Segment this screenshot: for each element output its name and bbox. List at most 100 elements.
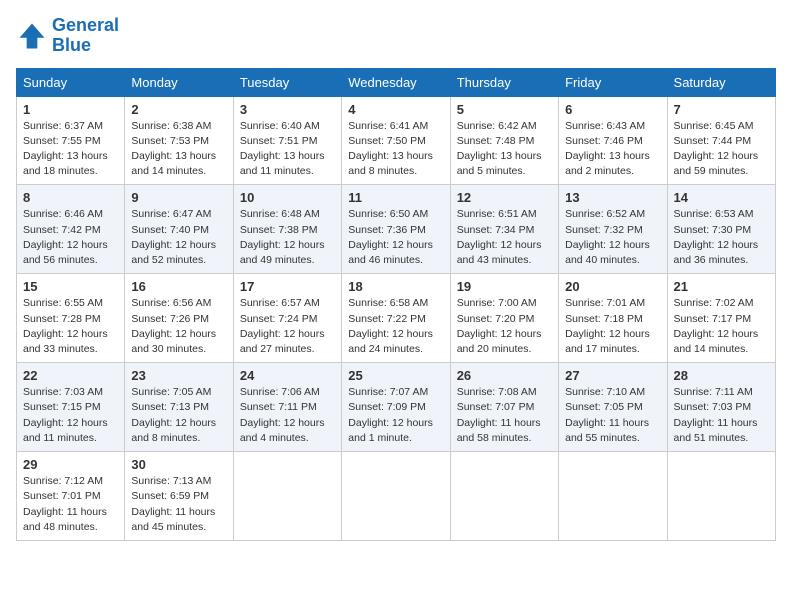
day-info: Sunrise: 6:45 AM Sunset: 7:44 PM Dayligh… xyxy=(674,119,769,180)
day-number: 14 xyxy=(674,190,769,205)
day-info: Sunrise: 6:52 AM Sunset: 7:32 PM Dayligh… xyxy=(565,207,660,268)
day-number: 18 xyxy=(348,279,443,294)
calendar-cell: 21 Sunrise: 7:02 AM Sunset: 7:17 PM Dayli… xyxy=(667,274,775,363)
day-info: Sunrise: 7:10 AM Sunset: 7:05 PM Dayligh… xyxy=(565,385,660,446)
day-info: Sunrise: 6:53 AM Sunset: 7:30 PM Dayligh… xyxy=(674,207,769,268)
day-number: 26 xyxy=(457,368,552,383)
day-info: Sunrise: 6:41 AM Sunset: 7:50 PM Dayligh… xyxy=(348,119,443,180)
calendar-cell: 16 Sunrise: 6:56 AM Sunset: 7:26 PM Dayli… xyxy=(125,274,233,363)
calendar-cell: 6 Sunrise: 6:43 AM Sunset: 7:46 PM Daylig… xyxy=(559,96,667,185)
day-info: Sunrise: 7:12 AM Sunset: 7:01 PM Dayligh… xyxy=(23,474,118,535)
day-number: 1 xyxy=(23,102,118,117)
logo-icon xyxy=(16,20,48,52)
day-number: 21 xyxy=(674,279,769,294)
day-info: Sunrise: 6:55 AM Sunset: 7:28 PM Dayligh… xyxy=(23,296,118,357)
calendar-cell: 28 Sunrise: 7:11 AM Sunset: 7:03 PM Dayli… xyxy=(667,363,775,452)
calendar-cell: 8Sunrise: 6:46 AM Sunset: 7:42 PM Daylig… xyxy=(17,185,125,274)
calendar-cell: 12 Sunrise: 6:51 AM Sunset: 7:34 PM Dayli… xyxy=(450,185,558,274)
day-info: Sunrise: 7:07 AM Sunset: 7:09 PM Dayligh… xyxy=(348,385,443,446)
calendar-cell: 2 Sunrise: 6:38 AM Sunset: 7:53 PM Daylig… xyxy=(125,96,233,185)
calendar-cell xyxy=(342,452,450,541)
day-number: 16 xyxy=(131,279,226,294)
day-number: 20 xyxy=(565,279,660,294)
calendar-cell: 29 Sunrise: 7:12 AM Sunset: 7:01 PM Dayli… xyxy=(17,452,125,541)
calendar-cell: 11 Sunrise: 6:50 AM Sunset: 7:36 PM Dayli… xyxy=(342,185,450,274)
day-info: Sunrise: 7:02 AM Sunset: 7:17 PM Dayligh… xyxy=(674,296,769,357)
logo: General Blue xyxy=(16,16,119,56)
calendar-cell: 27 Sunrise: 7:10 AM Sunset: 7:05 PM Dayli… xyxy=(559,363,667,452)
day-info: Sunrise: 6:51 AM Sunset: 7:34 PM Dayligh… xyxy=(457,207,552,268)
day-number: 28 xyxy=(674,368,769,383)
day-number: 3 xyxy=(240,102,335,117)
header-saturday: Saturday xyxy=(667,68,775,96)
calendar-cell: 30 Sunrise: 7:13 AM Sunset: 6:59 PM Dayli… xyxy=(125,452,233,541)
logo-text: General Blue xyxy=(52,16,119,56)
calendar-cell xyxy=(233,452,341,541)
calendar-week-row: 8Sunrise: 6:46 AM Sunset: 7:42 PM Daylig… xyxy=(17,185,776,274)
day-number: 6 xyxy=(565,102,660,117)
day-number: 10 xyxy=(240,190,335,205)
day-info: Sunrise: 6:43 AM Sunset: 7:46 PM Dayligh… xyxy=(565,119,660,180)
day-number: 27 xyxy=(565,368,660,383)
header-tuesday: Tuesday xyxy=(233,68,341,96)
day-number: 5 xyxy=(457,102,552,117)
calendar-table: SundayMondayTuesdayWednesdayThursdayFrid… xyxy=(16,68,776,541)
calendar-cell xyxy=(559,452,667,541)
day-info: Sunrise: 6:57 AM Sunset: 7:24 PM Dayligh… xyxy=(240,296,335,357)
calendar-cell xyxy=(450,452,558,541)
day-info: Sunrise: 7:11 AM Sunset: 7:03 PM Dayligh… xyxy=(674,385,769,446)
calendar-cell: 7Sunrise: 6:45 AM Sunset: 7:44 PM Daylig… xyxy=(667,96,775,185)
header-wednesday: Wednesday xyxy=(342,68,450,96)
calendar-cell: 4 Sunrise: 6:41 AM Sunset: 7:50 PM Daylig… xyxy=(342,96,450,185)
day-info: Sunrise: 6:40 AM Sunset: 7:51 PM Dayligh… xyxy=(240,119,335,180)
day-number: 30 xyxy=(131,457,226,472)
day-number: 15 xyxy=(23,279,118,294)
day-info: Sunrise: 7:05 AM Sunset: 7:13 PM Dayligh… xyxy=(131,385,226,446)
day-info: Sunrise: 6:47 AM Sunset: 7:40 PM Dayligh… xyxy=(131,207,226,268)
day-info: Sunrise: 7:13 AM Sunset: 6:59 PM Dayligh… xyxy=(131,474,226,535)
header-thursday: Thursday xyxy=(450,68,558,96)
day-info: Sunrise: 6:48 AM Sunset: 7:38 PM Dayligh… xyxy=(240,207,335,268)
header-friday: Friday xyxy=(559,68,667,96)
day-number: 24 xyxy=(240,368,335,383)
calendar-cell: 3 Sunrise: 6:40 AM Sunset: 7:51 PM Daylig… xyxy=(233,96,341,185)
calendar-cell: 25Sunrise: 7:07 AM Sunset: 7:09 PM Dayli… xyxy=(342,363,450,452)
header-sunday: Sunday xyxy=(17,68,125,96)
calendar-cell: 20 Sunrise: 7:01 AM Sunset: 7:18 PM Dayli… xyxy=(559,274,667,363)
day-number: 17 xyxy=(240,279,335,294)
day-number: 11 xyxy=(348,190,443,205)
day-info: Sunrise: 7:01 AM Sunset: 7:18 PM Dayligh… xyxy=(565,296,660,357)
calendar-cell: 14 Sunrise: 6:53 AM Sunset: 7:30 PM Dayli… xyxy=(667,185,775,274)
day-info: Sunrise: 6:50 AM Sunset: 7:36 PM Dayligh… xyxy=(348,207,443,268)
calendar-week-row: 29 Sunrise: 7:12 AM Sunset: 7:01 PM Dayli… xyxy=(17,452,776,541)
day-info: Sunrise: 6:46 AM Sunset: 7:42 PM Dayligh… xyxy=(23,207,118,268)
day-number: 9 xyxy=(131,190,226,205)
day-number: 23 xyxy=(131,368,226,383)
calendar-cell: 24Sunrise: 7:06 AM Sunset: 7:11 PM Dayli… xyxy=(233,363,341,452)
day-info: Sunrise: 6:56 AM Sunset: 7:26 PM Dayligh… xyxy=(131,296,226,357)
calendar-cell: 15 Sunrise: 6:55 AM Sunset: 7:28 PM Dayli… xyxy=(17,274,125,363)
calendar-cell: 1 Sunrise: 6:37 AM Sunset: 7:55 PM Daylig… xyxy=(17,96,125,185)
calendar-cell: 23 Sunrise: 7:05 AM Sunset: 7:13 PM Dayli… xyxy=(125,363,233,452)
day-number: 2 xyxy=(131,102,226,117)
calendar-cell: 5 Sunrise: 6:42 AM Sunset: 7:48 PM Daylig… xyxy=(450,96,558,185)
calendar-cell: 9 Sunrise: 6:47 AM Sunset: 7:40 PM Daylig… xyxy=(125,185,233,274)
calendar-cell: 26 Sunrise: 7:08 AM Sunset: 7:07 PM Dayli… xyxy=(450,363,558,452)
day-info: Sunrise: 6:42 AM Sunset: 7:48 PM Dayligh… xyxy=(457,119,552,180)
calendar-cell: 22 Sunrise: 7:03 AM Sunset: 7:15 PM Dayli… xyxy=(17,363,125,452)
day-info: Sunrise: 6:38 AM Sunset: 7:53 PM Dayligh… xyxy=(131,119,226,180)
day-info: Sunrise: 7:03 AM Sunset: 7:15 PM Dayligh… xyxy=(23,385,118,446)
calendar-week-row: 22 Sunrise: 7:03 AM Sunset: 7:15 PM Dayli… xyxy=(17,363,776,452)
day-info: Sunrise: 6:58 AM Sunset: 7:22 PM Dayligh… xyxy=(348,296,443,357)
day-info: Sunrise: 7:08 AM Sunset: 7:07 PM Dayligh… xyxy=(457,385,552,446)
day-info: Sunrise: 6:37 AM Sunset: 7:55 PM Dayligh… xyxy=(23,119,118,180)
day-number: 29 xyxy=(23,457,118,472)
header: General Blue xyxy=(16,16,776,56)
header-monday: Monday xyxy=(125,68,233,96)
day-number: 4 xyxy=(348,102,443,117)
day-number: 13 xyxy=(565,190,660,205)
calendar-cell: 18 Sunrise: 6:58 AM Sunset: 7:22 PM Dayli… xyxy=(342,274,450,363)
day-number: 12 xyxy=(457,190,552,205)
calendar-cell: 19Sunrise: 7:00 AM Sunset: 7:20 PM Dayli… xyxy=(450,274,558,363)
day-number: 22 xyxy=(23,368,118,383)
